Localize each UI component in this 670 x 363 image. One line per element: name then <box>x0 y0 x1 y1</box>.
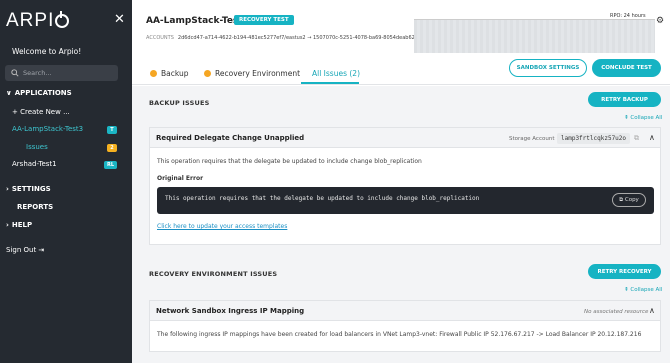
rpo-label: RPO: 24 hours <box>610 13 646 19</box>
recovery-test-badge: RECOVERY TEST <box>234 15 294 25</box>
accounts-label: ACCOUNTS <box>146 35 174 41</box>
sidebar-help-label: HELP <box>11 221 33 229</box>
no-associated-resource: No associated resource <box>584 309 649 315</box>
warning-icon <box>150 70 157 77</box>
card-header[interactable]: Required Delegate Change Unapplied Stora… <box>150 128 660 148</box>
search-icon <box>11 69 19 77</box>
app-type-badge: T <box>107 126 117 134</box>
chevron-right-icon: › <box>6 185 9 193</box>
accounts-value: 2d6dcd47-a714-4622-b194-481ec5277ef7/eas… <box>177 35 420 41</box>
sidebar-app-arshad-test1[interactable]: Arshad-Test1 <box>12 160 57 168</box>
close-icon[interactable]: ✕ <box>114 12 125 27</box>
main-panel: AA-LampStack-Test3 RECOVERY TEST ACCOUNT… <box>132 0 670 363</box>
sign-out-icon: ⇥ <box>38 246 45 254</box>
sidebar: ARPI ✕ Welcome to Arpio! ∨APPLICATIONS +… <box>0 0 132 363</box>
tab-all-issues[interactable]: All Issues (2) <box>312 69 360 78</box>
active-tab-indicator <box>301 82 359 84</box>
collapse-all-label: Collapse All <box>630 287 663 293</box>
error-text: This operation requires that the delegat… <box>165 195 480 202</box>
app-header: AA-LampStack-Test3 RECOVERY TEST ACCOUNT… <box>132 0 670 53</box>
chevron-up-icon[interactable]: ∧ <box>649 133 655 142</box>
gear-icon[interactable]: ⚙ <box>656 16 664 26</box>
tab-backup[interactable]: Backup <box>150 69 189 78</box>
chevron-down-icon: ∨ <box>6 89 12 97</box>
rpo-chart <box>414 19 655 53</box>
collapse-all-label: Collapse All <box>630 115 663 121</box>
copy-icon: ⧉ <box>619 196 624 203</box>
recovery-issues-title: RECOVERY ENVIRONMENT ISSUES <box>149 270 278 278</box>
warning-icon <box>204 70 211 77</box>
issue-title: Network Sandbox Ingress IP Mapping <box>156 307 305 315</box>
search-input[interactable] <box>23 69 113 77</box>
update-access-templates-link[interactable]: Click here to update your access templat… <box>157 223 287 230</box>
sidebar-reports[interactable]: REPORTS <box>17 203 53 211</box>
original-error-label: Original Error <box>157 175 204 182</box>
card-header[interactable]: Network Sandbox Ingress IP Mapping No as… <box>150 301 660 321</box>
sandbox-settings-button[interactable]: SANDBOX SETTINGS <box>509 59 587 77</box>
retry-recovery-button[interactable]: RETRY RECOVERY <box>588 264 661 279</box>
copy-label: Copy <box>624 197 639 203</box>
issue-description: This operation requires that the delegat… <box>157 158 422 165</box>
app-type-badge: RL <box>104 161 117 169</box>
sidebar-help[interactable]: › HELP <box>6 221 32 229</box>
storage-account-label: Storage Account <box>509 136 555 142</box>
tab-backup-label: Backup <box>161 69 189 78</box>
issue-description: The following ingress IP mappings have b… <box>157 331 642 338</box>
conclude-test-button[interactable]: CONCLUDE TEST <box>592 59 661 77</box>
collapse-all-link[interactable]: ⇞ Collapse All <box>624 115 662 121</box>
sidebar-settings[interactable]: › SETTINGS <box>6 185 51 193</box>
chevron-up-icon[interactable]: ∧ <box>649 306 655 315</box>
arpio-logo[interactable]: ARPI <box>6 10 70 32</box>
issue-card-delegate: Required Delegate Change Unapplied Stora… <box>149 127 661 245</box>
retry-backup-button[interactable]: RETRY BACKUP <box>588 92 661 107</box>
issue-card-ingress: Network Sandbox Ingress IP Mapping No as… <box>149 300 661 352</box>
backup-issues-title: BACKUP ISSUES <box>149 99 210 107</box>
tab-bar: Backup Recovery Environment All Issues (… <box>132 53 670 85</box>
sidebar-settings-label: SETTINGS <box>11 185 51 193</box>
sidebar-applications-label: APPLICATIONS <box>14 89 72 97</box>
chevron-right-icon: › <box>6 221 9 229</box>
sidebar-create-new[interactable]: + Create New ... <box>12 108 70 116</box>
sidebar-item-issues[interactable]: Issues <box>26 143 48 151</box>
search-box[interactable] <box>5 65 118 81</box>
copy-button[interactable]: ⧉ Copy <box>612 193 646 207</box>
tab-recovery-label: Recovery Environment <box>215 69 301 78</box>
issue-title: Required Delegate Change Unapplied <box>156 134 305 142</box>
sidebar-app-aa-lampstack[interactable]: AA-LampStack-Test3 <box>12 125 83 133</box>
sign-out-link[interactable]: Sign Out ⇥ <box>6 246 44 254</box>
copy-icon[interactable]: ⧉ <box>634 134 639 143</box>
issues-count-badge: 2 <box>107 144 117 152</box>
collapse-all-link[interactable]: ⇞ Collapse All <box>624 287 662 293</box>
welcome-text: Welcome to Arpio! <box>12 47 82 56</box>
tab-recovery-environment[interactable]: Recovery Environment <box>204 69 300 78</box>
accounts-line: ACCOUNTS 2d6dcd47-a714-4622-b194-481ec527… <box>146 35 420 41</box>
sidebar-applications[interactable]: ∨ APPLICATIONS <box>6 89 72 97</box>
sign-out-label: Sign Out <box>6 246 37 254</box>
error-code-block: This operation requires that the delegat… <box>157 187 654 214</box>
issues-content: BACKUP ISSUES RETRY BACKUP ⇞ Collapse Al… <box>132 86 670 363</box>
storage-account-value: lamp3frtlcqkz57u2o <box>557 133 631 144</box>
